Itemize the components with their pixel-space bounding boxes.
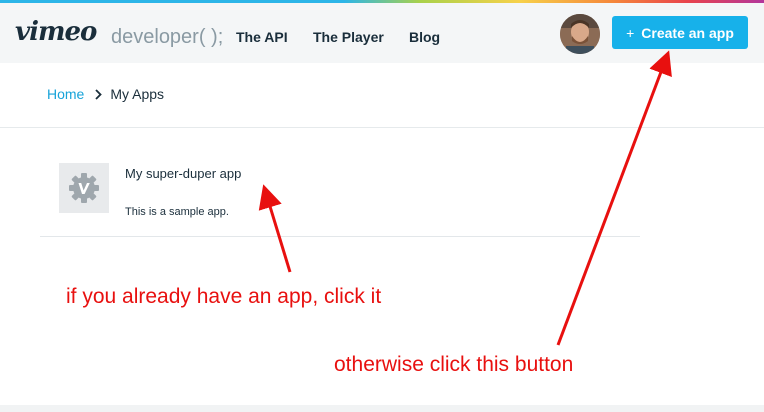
annotation-create-button: otherwise click this button (334, 353, 574, 376)
developer-wordmark[interactable]: developer( ); (111, 25, 223, 49)
nav-link-the-player[interactable]: The Player (313, 28, 384, 46)
plus-icon: + (626, 24, 635, 41)
app-title[interactable]: My super-duper app (125, 166, 241, 182)
annotation-existing-app: if you already have an app, click it (66, 285, 382, 308)
breadcrumb-home-link[interactable]: Home (47, 85, 84, 103)
breadcrumb-current: My Apps (110, 86, 165, 102)
create-app-button[interactable]: + Create an app (612, 16, 748, 49)
footer-strip (0, 405, 764, 412)
nav-link-the-api[interactable]: The API (236, 28, 288, 46)
section-divider (0, 127, 764, 128)
vimeo-gear-icon (59, 163, 109, 213)
chevron-right-icon (95, 88, 103, 100)
avatar-photo-icon (560, 14, 600, 54)
create-app-label: Create an app (641, 24, 734, 41)
user-avatar[interactable] (560, 14, 600, 54)
vimeo-logo[interactable]: vimeo (15, 17, 97, 47)
app-description: This is a sample app. (125, 206, 229, 218)
top-navigation-bar: vimeo developer( ); The API The Player B… (0, 3, 764, 63)
app-list-item[interactable]: My super-duper app This is a sample app. (40, 150, 640, 237)
nav-link-blog[interactable]: Blog (409, 28, 440, 46)
breadcrumb: Home My Apps (47, 85, 164, 103)
